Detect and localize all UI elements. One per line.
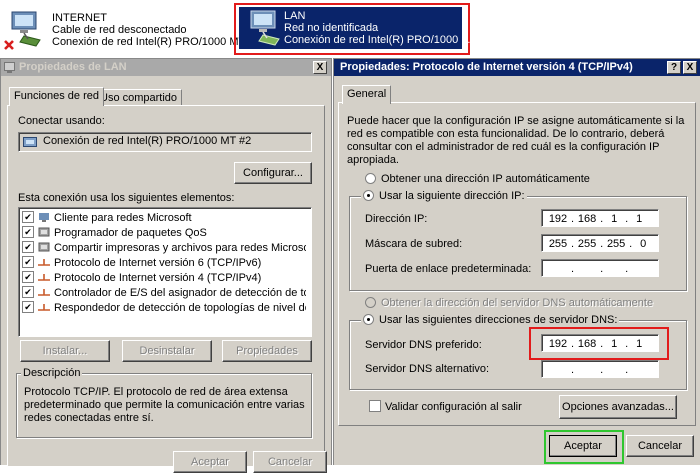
lan-properties-window: Propiedades de LAN X Funciones de red Us… <box>0 58 332 473</box>
connection-device: Conexión de red Intel(R) PRO/1000 MT <box>52 36 246 48</box>
ip-address-label: Dirección IP: <box>365 213 428 225</box>
description-text: Protocolo TCP/IP. El protocolo de red de… <box>24 386 305 424</box>
tab-uso-compartido[interactable]: Uso compartido <box>95 89 183 106</box>
subnet-field[interactable]: 255. 255. 255. 0 <box>541 234 659 252</box>
items-list: ✔ Cliente para redes Microsoft ✔ Programad… <box>18 207 312 337</box>
adapter-field: Conexión de red Intel(R) PRO/1000 MT #2 <box>18 132 312 152</box>
checkbox[interactable]: ✔ <box>22 256 34 269</box>
protocol-icon <box>38 274 50 281</box>
ip-address-field[interactable]: 192. 168. 1. 1 <box>541 209 659 227</box>
radio[interactable] <box>363 189 374 201</box>
connect-using-label: Conectar usando: <box>18 115 105 127</box>
tab-panel: Conectar usando: Conexión de red Intel(R… <box>7 105 325 466</box>
ipv4-titlebar[interactable]: Propiedades: Protocolo de Internet versi… <box>334 59 700 76</box>
checkbox[interactable]: ✔ <box>22 226 34 239</box>
service-icon <box>38 242 50 252</box>
connection-status: Red no identificada <box>284 22 379 34</box>
window-title: Propiedades de LAN <box>19 61 127 73</box>
dns-preferred-field[interactable]: 192. 168. 1. 1 <box>541 334 659 352</box>
checkbox[interactable]: ✔ <box>22 211 34 224</box>
service-icon <box>38 227 50 237</box>
connection-lan[interactable]: LAN Red no identificada Conexión de red … <box>239 7 470 49</box>
advanced-options-button[interactable]: Opciones avanzadas... <box>559 395 677 419</box>
radio-dns-auto[interactable]: Obtener la dirección del servidor DNS au… <box>365 296 653 310</box>
subnet-label: Máscara de subred: <box>365 238 463 250</box>
gateway-label: Puerta de enlace predeterminada: <box>365 263 532 275</box>
configure-button[interactable]: Configurar... <box>234 162 312 184</box>
radio-dns-manual[interactable]: Usar las siguientes direcciones de servi… <box>361 313 620 326</box>
intro-text: Puede hacer que la configuración IP se a… <box>347 115 685 166</box>
install-button[interactable]: Instalar... <box>20 340 110 362</box>
radio[interactable] <box>365 296 376 308</box>
checkbox[interactable]: ✔ <box>22 271 34 284</box>
general-panel: Puede hacer que la configuración IP se a… <box>338 102 696 426</box>
checkbox[interactable]: ✔ <box>22 286 34 299</box>
window-title: Propiedades: Protocolo de Internet versi… <box>340 61 633 73</box>
cancel-button[interactable]: Cancelar <box>626 435 694 457</box>
protocol-icon <box>38 304 50 311</box>
dns-preferred-label: Servidor DNS preferido: <box>365 339 482 351</box>
dns-alternate-label: Servidor DNS alternativo: <box>365 363 490 375</box>
list-item[interactable]: ✔ Cliente para redes Microsoft <box>22 211 306 226</box>
items-label: Esta conexión usa los siguientes element… <box>18 192 235 204</box>
connection-internet[interactable]: INTERNET Cable de red desconectado Conex… <box>0 6 245 54</box>
list-item[interactable]: ✔ Compartir impresoras y archivos para re… <box>22 241 306 256</box>
lan-cancel-button[interactable]: Cancelar <box>253 451 327 473</box>
radio[interactable] <box>365 172 376 184</box>
checkbox[interactable] <box>369 400 381 413</box>
list-item[interactable]: ✔ Protocolo de Internet versión 4 (TCP/IP… <box>22 271 306 286</box>
connection-status: Cable de red desconectado <box>52 24 187 36</box>
lan-properties-titlebar[interactable]: Propiedades de LAN <box>1 59 331 76</box>
connection-device: Conexión de red Intel(R) PRO/1000 ... <box>284 34 471 46</box>
client-icon <box>39 213 49 223</box>
checkbox[interactable]: ✔ <box>22 301 34 314</box>
list-item[interactable]: ✔ Respondedor de detección de topologías … <box>22 301 306 316</box>
validate-on-exit[interactable]: Validar configuración al salir <box>369 400 522 414</box>
red-x-icon <box>4 40 14 50</box>
gateway-field[interactable]: ... <box>541 259 659 277</box>
help-button[interactable]: ? <box>667 61 681 74</box>
adapter-name: Conexión de red Intel(R) PRO/1000 MT #2 <box>43 135 252 147</box>
close-icon[interactable]: X <box>313 61 327 74</box>
protocol-icon <box>38 289 50 296</box>
checkbox[interactable]: ✔ <box>22 241 34 254</box>
connection-name: LAN <box>284 10 306 22</box>
radio[interactable] <box>363 313 374 325</box>
tab-general[interactable]: General <box>342 85 392 104</box>
protocol-icon <box>38 259 50 266</box>
description-legend: Descripción <box>21 367 83 379</box>
radio-ip-auto[interactable]: Obtener una dirección IP automáticamente <box>365 172 590 186</box>
network-adapter-icon <box>23 137 37 147</box>
radio-ip-manual[interactable]: Usar la siguiente dirección IP: <box>361 189 527 202</box>
close-icon[interactable]: X <box>683 61 697 74</box>
lan-accept-button[interactable]: Aceptar <box>173 451 247 473</box>
accept-button[interactable]: Aceptar <box>549 435 617 457</box>
connection-name: INTERNET <box>52 12 107 24</box>
network-adapter-icon <box>250 10 280 46</box>
window-icon <box>4 62 15 73</box>
dns-alternate-field[interactable]: ... <box>541 360 659 378</box>
ipv4-properties-window: Propiedades: Protocolo de Internet versi… <box>333 58 700 465</box>
uninstall-button[interactable]: Desinstalar <box>122 340 212 362</box>
list-item[interactable]: ✔ Programador de paquetes QoS <box>22 226 306 241</box>
tab-funciones-de-red[interactable]: Funciones de red <box>9 87 104 106</box>
properties-button[interactable]: Propiedades <box>222 340 312 362</box>
list-item[interactable]: ✔ Protocolo de Internet versión 6 (TCP/IP… <box>22 256 306 271</box>
list-item[interactable]: ✔ Controlador de E/S del asignador de det… <box>22 286 306 301</box>
